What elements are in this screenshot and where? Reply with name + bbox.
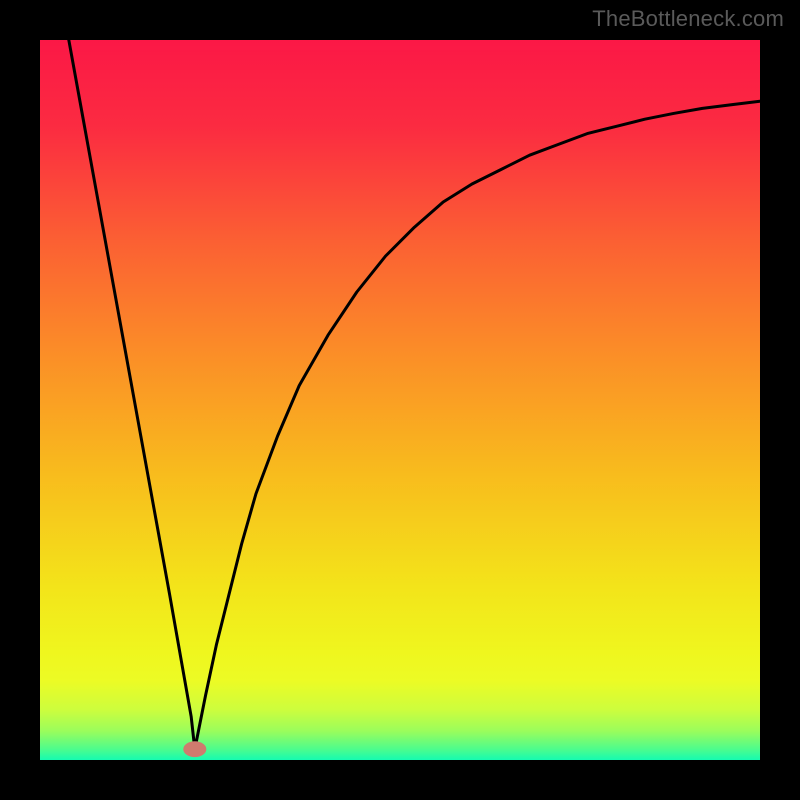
chart-frame: TheBottleneck.com	[0, 0, 800, 800]
plot-svg	[40, 40, 760, 760]
plot-area	[40, 40, 760, 760]
optimum-marker	[183, 741, 206, 757]
watermark-text: TheBottleneck.com	[592, 6, 784, 32]
gradient-background	[40, 40, 760, 760]
